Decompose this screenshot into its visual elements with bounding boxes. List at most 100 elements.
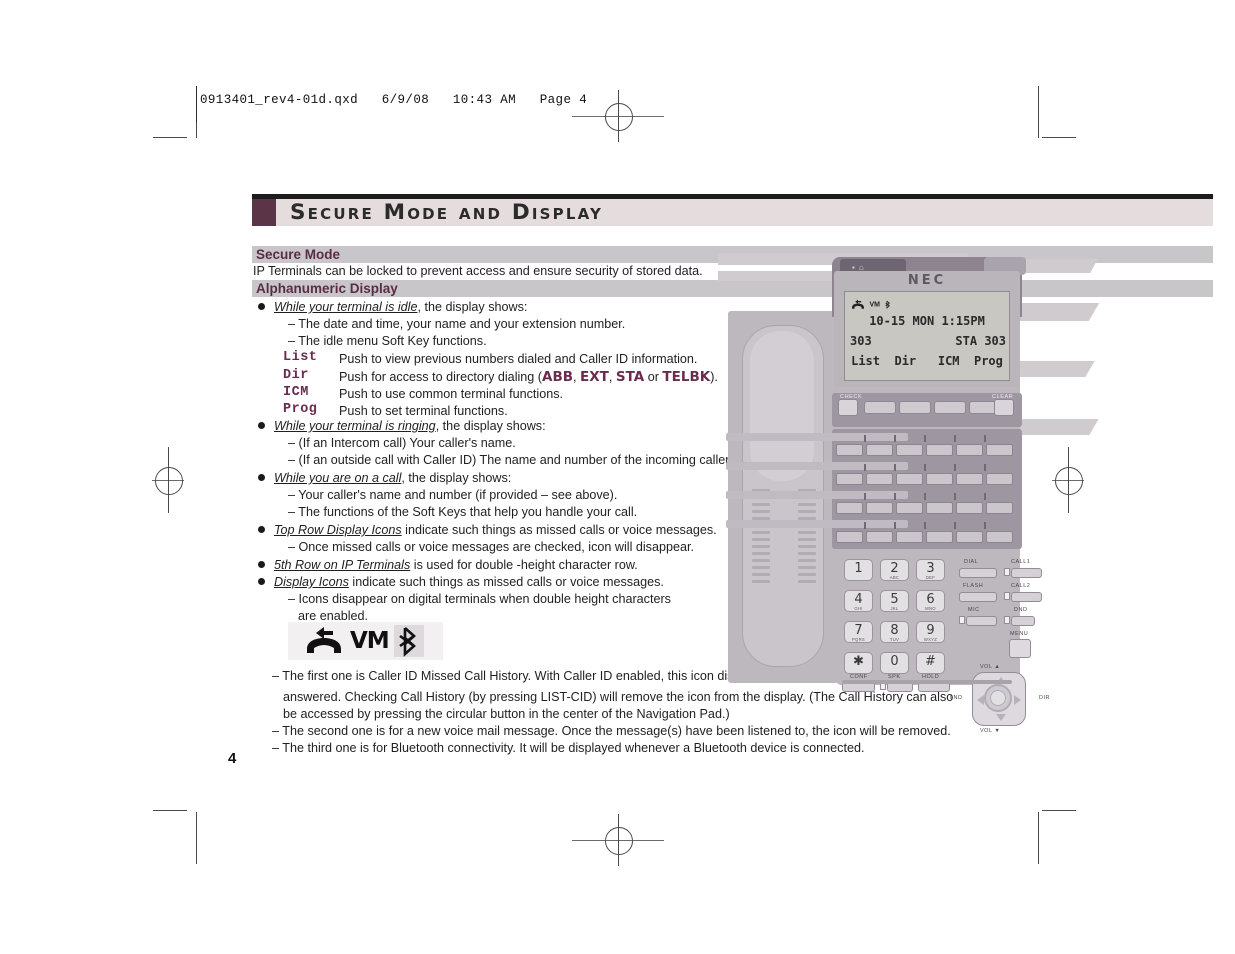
key-digit: 0 <box>890 654 899 669</box>
prog-key[interactable] <box>986 444 1013 456</box>
prog-key[interactable] <box>866 473 893 485</box>
keypad-key-9[interactable]: 9 WXYZ <box>916 621 945 643</box>
bullet-marker <box>258 303 265 310</box>
sep2: , <box>608 370 616 384</box>
phone-footrest <box>842 680 1012 684</box>
bullet-rest: indicate such things as missed calls or … <box>401 523 717 537</box>
keypad-key-1[interactable]: 1 <box>844 559 873 581</box>
sub-item: – The date and time, your name and your … <box>288 317 626 331</box>
prog-key[interactable] <box>956 502 983 514</box>
keypad-key-3[interactable]: 3 DEF <box>916 559 945 581</box>
prog-key[interactable] <box>836 502 863 514</box>
prog-key[interactable] <box>866 502 893 514</box>
prog-key[interactable] <box>986 473 1013 485</box>
softkey-2[interactable] <box>899 401 931 414</box>
prog-led <box>954 464 956 471</box>
nav-down-arrow[interactable] <box>996 714 1006 721</box>
key-letters: ABC <box>889 575 900 580</box>
dial-key[interactable] <box>959 568 997 578</box>
prog-key[interactable] <box>896 444 923 456</box>
ip-telephone-illustration: ▪⌂ NEC VM 10-15 MON 1:15PM 303 STA 303 L… <box>718 243 1100 734</box>
prog-led <box>954 493 956 500</box>
nav-center-button[interactable] <box>990 690 1006 706</box>
key-digit: # <box>925 654 936 669</box>
dir-option-sta: STA <box>615 369 645 385</box>
prog-key[interactable] <box>866 444 893 456</box>
mic-key-led <box>959 616 965 624</box>
prog-key[interactable] <box>836 531 863 543</box>
nav-center-ring[interactable] <box>984 684 1012 712</box>
dir-option-telbk: TELBK <box>662 369 711 385</box>
keypad-key-8[interactable]: 8 TUV <box>880 621 909 643</box>
bullet-marker <box>258 578 265 585</box>
prog-key[interactable] <box>836 444 863 456</box>
sep3: or <box>644 370 663 384</box>
flash-key[interactable] <box>959 592 997 602</box>
softkey-name-icm: ICM <box>283 385 309 400</box>
brand-label: NEC <box>907 273 947 288</box>
key-digit: 9 <box>926 623 935 638</box>
softkey-1[interactable] <box>864 401 896 414</box>
prog-key[interactable] <box>926 502 953 514</box>
nav-left-arrow[interactable] <box>977 695 984 705</box>
prog-key[interactable] <box>896 502 923 514</box>
sub-item: – Once missed calls or voice messages ar… <box>288 540 694 554</box>
prog-key[interactable] <box>926 444 953 456</box>
handset-earpiece <box>750 331 814 481</box>
call2-key[interactable] <box>1011 592 1042 602</box>
dnd-key[interactable] <box>1011 616 1035 626</box>
prog-key[interactable] <box>896 531 923 543</box>
keypad-key-4[interactable]: 4 GHI <box>844 590 873 612</box>
prog-key[interactable] <box>956 531 983 543</box>
bullet-lead: While your terminal is idle <box>274 300 418 314</box>
dnd-key-led <box>1004 616 1010 624</box>
bullet-lead: While you are on a call <box>274 471 402 485</box>
menu-key[interactable] <box>1009 639 1031 658</box>
key-digit: 5 <box>890 592 899 607</box>
prog-key[interactable] <box>956 444 983 456</box>
key-letters: TUV <box>889 637 900 642</box>
prog-key[interactable] <box>956 473 983 485</box>
key-digit: 6 <box>926 592 935 607</box>
bullet-marker <box>258 474 265 481</box>
softkey-3[interactable] <box>934 401 966 414</box>
call1-key[interactable] <box>1011 568 1042 578</box>
prog-led <box>984 522 986 529</box>
call1-key-led <box>1004 568 1010 576</box>
bullet-marker <box>258 422 265 429</box>
prog-key[interactable] <box>986 531 1013 543</box>
keypad-key-5[interactable]: 5 JKL <box>880 590 909 612</box>
prog-key[interactable] <box>986 502 1013 514</box>
dir-option-abb: ABB <box>542 369 574 385</box>
decor-swoosh <box>1009 361 1095 377</box>
keypad-key-2[interactable]: 2 ABC <box>880 559 909 581</box>
prog-key[interactable] <box>926 473 953 485</box>
mic-key[interactable] <box>966 616 997 626</box>
prog-led <box>924 464 926 471</box>
prog-key[interactable] <box>896 473 923 485</box>
crop-mark-bottom-left-v <box>196 812 197 864</box>
keypad-key-0[interactable]: 0 <box>880 652 909 674</box>
bullet-text: While your terminal is idle, the display… <box>274 299 527 316</box>
prog-key[interactable] <box>866 531 893 543</box>
keypad-key-7[interactable]: 7 PQRS <box>844 621 873 643</box>
crop-mark-top-right <box>1042 137 1076 138</box>
prog-key[interactable] <box>926 531 953 543</box>
prog-key[interactable] <box>836 473 863 485</box>
crop-mark-top-left <box>153 137 187 138</box>
lcd-screen: VM 10-15 MON 1:15PM 303 STA 303 List Dir… <box>844 291 1010 381</box>
crop-mark-bottom-right <box>1042 810 1076 811</box>
keypad-key-6[interactable]: 6 MNO <box>916 590 945 612</box>
bullet-rest: indicate such things as missed calls or … <box>348 575 664 589</box>
decor-swoosh <box>1013 419 1099 435</box>
dir-label: DIR <box>1039 695 1050 701</box>
secure-mode-intro: IP Terminals can be locked to prevent ac… <box>253 264 703 278</box>
key-digit: 7 <box>854 623 863 638</box>
nav-right-arrow[interactable] <box>1014 695 1021 705</box>
clear-key[interactable] <box>994 399 1014 416</box>
bullet-text: 5th Row on IP Terminals is used for doub… <box>274 557 638 574</box>
check-key[interactable] <box>838 399 858 416</box>
softkey-desc-icm: Push to use common terminal functions. <box>339 387 563 401</box>
keypad-key-star[interactable]: ✱ <box>844 652 873 674</box>
keypad-key-pound[interactable]: # <box>916 652 945 674</box>
